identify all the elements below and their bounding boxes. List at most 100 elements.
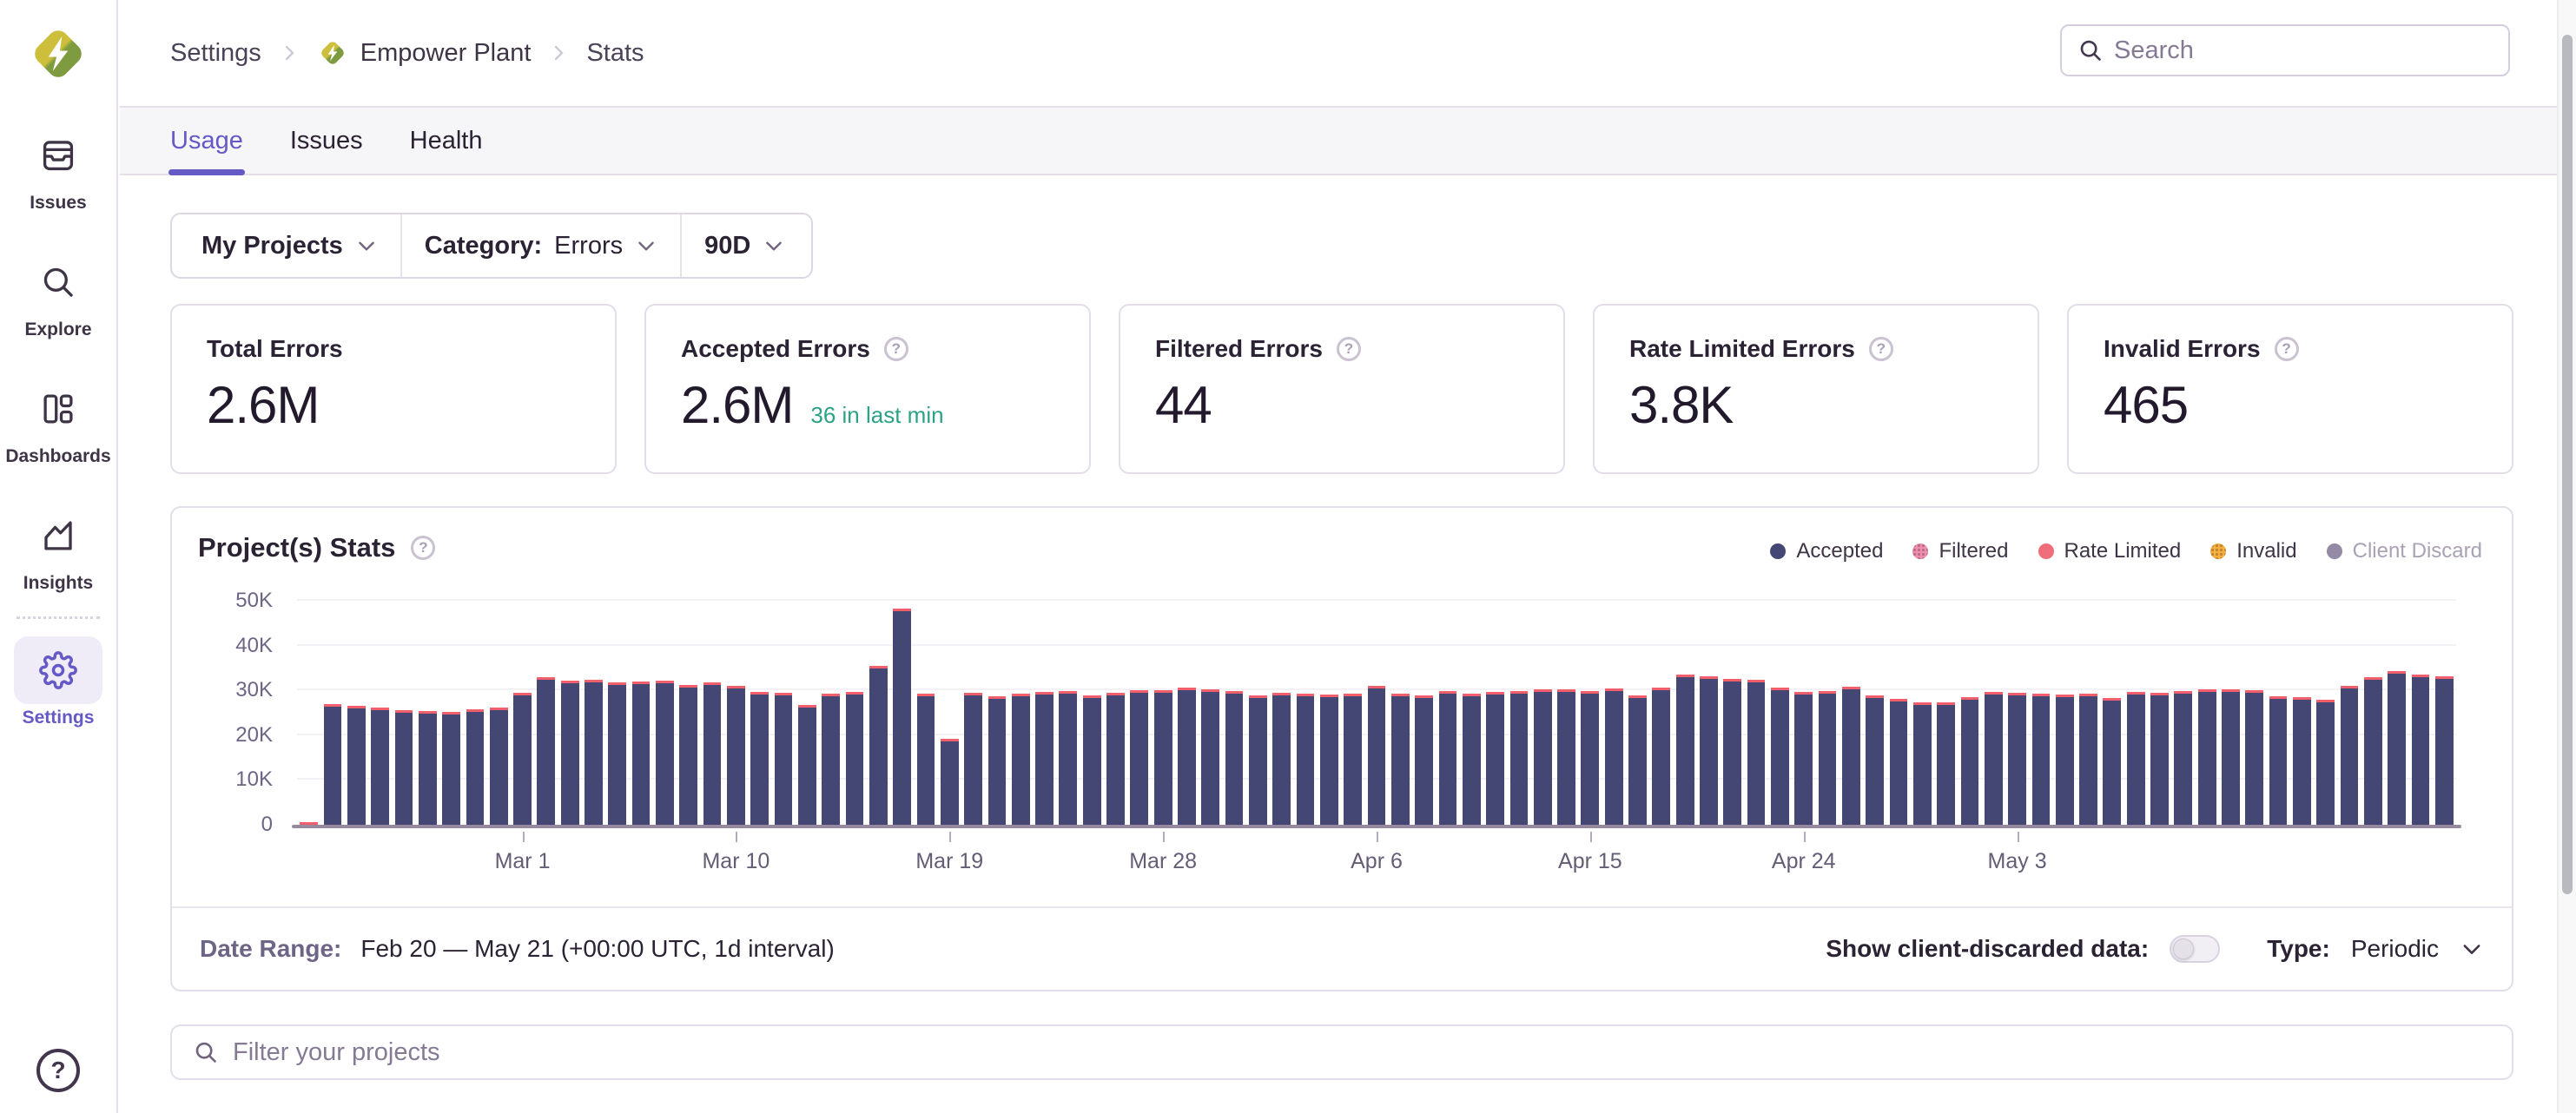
chart-bar[interactable] xyxy=(1391,694,1410,825)
chart-bar[interactable] xyxy=(2293,697,2311,825)
help-icon[interactable]: ? xyxy=(884,337,908,361)
chart-bar[interactable] xyxy=(1320,695,1338,825)
chart-bar[interactable] xyxy=(1344,694,1362,825)
chart-bar[interactable] xyxy=(1272,693,1291,825)
date-range-selector[interactable]: 90D xyxy=(682,214,811,277)
sidebar-item-explore[interactable]: Explore xyxy=(0,248,116,340)
chart-bar[interactable] xyxy=(513,693,532,825)
chart-bar[interactable] xyxy=(2245,690,2263,825)
chart-bar[interactable] xyxy=(2341,686,2359,825)
chart-bar[interactable] xyxy=(1106,693,1125,825)
legend-item-accepted[interactable]: Accepted xyxy=(1770,539,1883,563)
chart-bar[interactable] xyxy=(2079,694,2097,825)
chart-bar[interactable] xyxy=(656,681,674,825)
chart-bar[interactable] xyxy=(1225,691,1244,825)
chart-bar[interactable] xyxy=(561,681,579,825)
chart-bar[interactable] xyxy=(324,704,342,825)
chart-bar[interactable] xyxy=(1605,688,1623,825)
tab-usage[interactable]: Usage xyxy=(170,108,243,174)
breadcrumb-stats[interactable]: Stats xyxy=(586,39,644,68)
help-icon[interactable]: ? xyxy=(1337,337,1361,361)
tab-health[interactable]: Health xyxy=(410,108,483,174)
chart-bar[interactable] xyxy=(1652,688,1670,825)
sidebar-item-issues[interactable]: Issues xyxy=(0,122,116,214)
chart-bar[interactable] xyxy=(964,693,982,825)
global-search-input[interactable] xyxy=(2114,36,2493,65)
chart-bar[interactable] xyxy=(2103,698,2121,825)
chevron-down-icon[interactable] xyxy=(2460,937,2484,961)
legend-item-client-discard[interactable]: Client Discard xyxy=(2327,539,2482,563)
chart-bar[interactable] xyxy=(703,682,722,825)
chart-bar[interactable] xyxy=(750,692,769,825)
chart-bar[interactable] xyxy=(727,686,745,825)
chart-bar[interactable] xyxy=(679,685,697,825)
chart-bar[interactable] xyxy=(2222,689,2240,825)
sidebar-item-insights[interactable]: Insights xyxy=(0,502,116,594)
chart-bar[interactable] xyxy=(1297,694,1315,825)
chart-bar[interactable] xyxy=(585,680,603,825)
client-discard-toggle[interactable] xyxy=(2170,935,2220,963)
legend-item-filtered[interactable]: Filtered xyxy=(1912,539,2008,563)
chart-bar[interactable] xyxy=(2435,676,2454,825)
chart-bar[interactable] xyxy=(1628,695,1647,825)
chart-bar[interactable] xyxy=(1700,676,1718,825)
chart-bar[interactable] xyxy=(1130,690,1148,825)
chart-bar[interactable] xyxy=(1534,689,1552,825)
chart-bar[interactable] xyxy=(2032,694,2051,825)
chart-bar[interactable] xyxy=(537,677,555,825)
chart-bar[interactable] xyxy=(1249,695,1267,825)
chart-bar[interactable] xyxy=(2008,693,2026,825)
org-logo[interactable] xyxy=(25,21,91,87)
legend-item-invalid[interactable]: Invalid xyxy=(2210,539,2296,563)
chart-bar[interactable] xyxy=(869,666,888,825)
chart-bar[interactable] xyxy=(1012,694,1030,825)
help-icon[interactable]: ? xyxy=(1869,337,1893,361)
chart-bar[interactable] xyxy=(1866,695,1884,825)
tab-issues[interactable]: Issues xyxy=(290,108,363,174)
chart-bar[interactable] xyxy=(988,696,1007,825)
chart-bar[interactable] xyxy=(1510,691,1529,825)
chart-bar[interactable] xyxy=(1178,688,1196,825)
chart-bar[interactable] xyxy=(419,711,437,825)
category-selector[interactable]: Category: Errors xyxy=(402,214,680,277)
chart-bar[interactable] xyxy=(917,694,935,825)
chart-bar[interactable] xyxy=(442,712,460,825)
chart-bar[interactable] xyxy=(1771,688,1789,825)
chart-bar[interactable] xyxy=(2056,695,2074,825)
chart-bar[interactable] xyxy=(893,609,911,825)
chart-bar[interactable] xyxy=(1486,692,1504,825)
chart-bar[interactable] xyxy=(2174,691,2192,825)
chart-bar[interactable] xyxy=(1794,692,1813,825)
chart-bar[interactable] xyxy=(1035,692,1054,825)
chart-bar[interactable] xyxy=(347,706,366,825)
chart-bar[interactable] xyxy=(490,708,508,825)
scrollbar-thumb[interactable] xyxy=(2562,35,2573,894)
chart-bar[interactable] xyxy=(2127,692,2145,825)
breadcrumb-project[interactable]: Empower Plant xyxy=(317,37,532,69)
chart-bar[interactable] xyxy=(798,705,816,825)
sidebar-item-dashboards[interactable]: Dashboards xyxy=(0,375,116,467)
chart-bar[interactable] xyxy=(1985,692,2003,825)
chart-bar[interactable] xyxy=(1439,691,1457,825)
chart-bar[interactable] xyxy=(2198,689,2216,825)
chart-bar[interactable] xyxy=(1819,691,1837,825)
chart-bar[interactable] xyxy=(1581,691,1599,825)
chart-bar[interactable] xyxy=(1463,694,1481,825)
chart-bar[interactable] xyxy=(2364,677,2382,825)
chart-bar[interactable] xyxy=(2388,671,2406,825)
chart-bar[interactable] xyxy=(395,710,413,825)
chart-bar[interactable] xyxy=(632,682,651,825)
chart-bar[interactable] xyxy=(466,709,485,825)
chart-bar[interactable] xyxy=(1083,695,1101,825)
sidebar-item-settings[interactable]: Settings xyxy=(0,636,116,728)
chart-bar[interactable] xyxy=(1890,699,1908,826)
project-selector[interactable]: My Projects xyxy=(172,214,400,277)
help-button[interactable]: ? xyxy=(36,1049,80,1092)
chart-bar[interactable] xyxy=(822,694,840,825)
chart-plot-area[interactable] xyxy=(297,601,2456,825)
chart-bar[interactable] xyxy=(1676,675,1694,825)
chart-bar[interactable] xyxy=(2412,675,2430,825)
chart-bar[interactable] xyxy=(1059,691,1077,825)
help-icon[interactable]: ? xyxy=(2275,337,2299,361)
project-filter-input[interactable] xyxy=(233,1038,2491,1067)
